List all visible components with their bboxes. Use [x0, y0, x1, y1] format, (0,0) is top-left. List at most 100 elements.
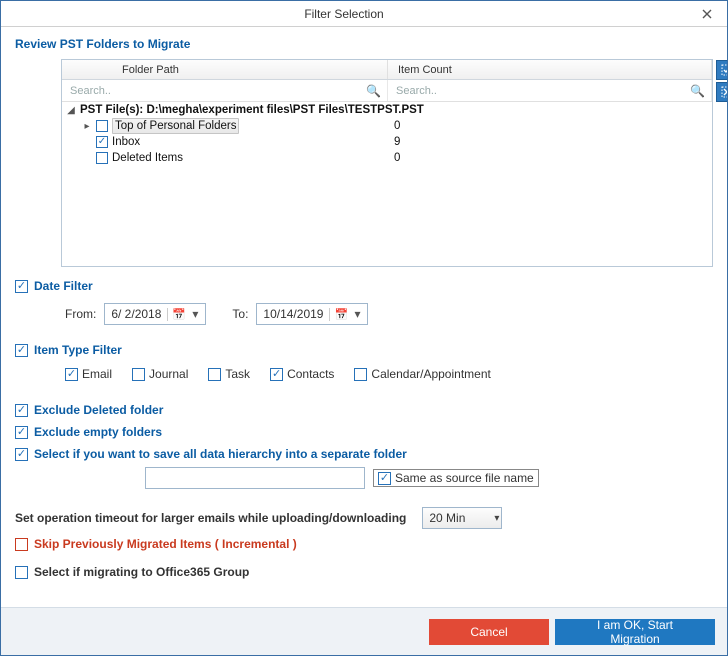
tree-root-label: PST File(s): D:\megha\experiment files\P…	[80, 104, 424, 116]
close-icon	[702, 9, 712, 19]
item-type-option[interactable]: Calendar/Appointment	[354, 367, 490, 381]
item-type-label: Item Type Filter	[34, 343, 122, 357]
item-type-checkbox[interactable]	[354, 368, 367, 381]
window-title: Filter Selection	[1, 7, 687, 21]
exclude-deleted-label: Exclude Deleted folder	[34, 403, 163, 417]
close-button[interactable]	[687, 1, 727, 26]
tree-root-row[interactable]: ◢ PST File(s): D:\megha\experiment files…	[62, 102, 712, 118]
chevron-down-icon[interactable]: ▾	[351, 307, 363, 321]
timeout-label: Set operation timeout for larger emails …	[15, 511, 406, 525]
item-type-option-label: Contacts	[287, 367, 334, 381]
expander-icon[interactable]: ◢	[66, 105, 76, 116]
to-date-input[interactable]: 10/14/2019 📅 ▾	[256, 303, 368, 325]
select-all-icon	[721, 64, 727, 76]
skip-migrated-row: Skip Previously Migrated Items ( Increme…	[15, 537, 713, 551]
separate-folder-checkbox[interactable]	[15, 448, 28, 461]
from-date-value: 6/ 2/2018	[111, 307, 161, 321]
date-filter-checkbox[interactable]	[15, 280, 28, 293]
item-type-checkbox[interactable]	[208, 368, 221, 381]
item-type-option-label: Task	[225, 367, 250, 381]
tree-body: ◢ PST File(s): D:\megha\experiment files…	[62, 102, 712, 166]
separate-folder-label: Select if you want to save all data hier…	[34, 447, 407, 461]
dialog-window: Filter Selection Review PST Folders to M…	[0, 0, 728, 656]
from-label: From:	[65, 307, 96, 321]
cancel-button[interactable]: Cancel	[429, 619, 549, 645]
item-type-option-label: Email	[82, 367, 112, 381]
titlebar: Filter Selection	[1, 1, 727, 27]
to-date-value: 10/14/2019	[263, 307, 323, 321]
chevron-down-icon[interactable]: ▾	[189, 307, 201, 321]
tree-row[interactable]: ▸ Top of Personal Folders 0	[62, 118, 712, 134]
header-folder-path[interactable]: Folder Path	[62, 60, 388, 79]
search-folder-input[interactable]	[68, 84, 381, 98]
exclude-deleted-row: Exclude Deleted folder	[15, 403, 713, 417]
tree-row[interactable]: Deleted Items 0	[62, 150, 712, 166]
o365-group-checkbox[interactable]	[15, 566, 28, 579]
skip-migrated-checkbox[interactable]	[15, 538, 28, 551]
tree-header-row: Folder Path Item Count	[62, 60, 712, 80]
chevron-down-icon: ▾	[494, 513, 499, 524]
tree-row[interactable]: Inbox 9	[62, 134, 712, 150]
exclude-empty-checkbox[interactable]	[15, 426, 28, 439]
timeout-row: Set operation timeout for larger emails …	[15, 507, 713, 529]
deselect-all-icon	[721, 86, 727, 98]
folder-label: Top of Personal Folders	[115, 120, 236, 132]
tree-search-row: 🔍 🔍	[62, 80, 712, 102]
content-area: Review PST Folders to Migrate Folder Pat…	[1, 27, 727, 607]
search-count-cell: 🔍	[388, 80, 712, 101]
o365-group-label: Select if migrating to Office365 Group	[34, 565, 249, 579]
to-label: To:	[232, 307, 248, 321]
item-count: 0	[388, 152, 712, 164]
search-icon[interactable]: 🔍	[366, 84, 381, 98]
item-type-options-row: Email Journal Task Contacts Calendar/Appoint…	[65, 367, 713, 381]
item-type-option[interactable]: Journal	[132, 367, 188, 381]
timeout-select[interactable]: 20 Min ▾	[422, 507, 502, 529]
item-count: 0	[388, 120, 712, 132]
same-as-source-checkbox[interactable]	[378, 472, 391, 485]
folder-label: Deleted Items	[112, 152, 183, 164]
item-type-option[interactable]: Task	[208, 367, 250, 381]
select-all-button[interactable]	[716, 60, 727, 80]
deselect-all-button[interactable]	[716, 82, 727, 102]
item-type-option-label: Calendar/Appointment	[371, 367, 490, 381]
search-folder-cell: 🔍	[62, 80, 388, 101]
separate-folder-input-row: Same as source file name	[145, 467, 713, 489]
from-date-input[interactable]: 6/ 2/2018 📅 ▾	[104, 303, 206, 325]
item-type-option[interactable]: Contacts	[270, 367, 334, 381]
item-type-checkbox[interactable]	[132, 368, 145, 381]
item-type-checkbox[interactable]	[65, 368, 78, 381]
search-count-input[interactable]	[394, 84, 705, 98]
timeout-value: 20 Min	[429, 511, 465, 525]
folder-checkbox[interactable]	[96, 152, 108, 164]
search-icon[interactable]: 🔍	[690, 84, 705, 98]
start-migration-button[interactable]: I am OK, Start Migration	[555, 619, 715, 645]
item-type-option[interactable]: Email	[65, 367, 112, 381]
tree-side-buttons	[716, 60, 727, 102]
item-type-option-label: Journal	[149, 367, 188, 381]
folder-label: Inbox	[112, 136, 140, 148]
item-count: 9	[388, 136, 712, 148]
item-type-row: Item Type Filter	[15, 343, 713, 357]
header-item-count[interactable]: Item Count	[388, 60, 712, 79]
item-type-checkbox[interactable]	[270, 368, 283, 381]
folder-checkbox[interactable]	[96, 136, 108, 148]
exclude-deleted-checkbox[interactable]	[15, 404, 28, 417]
item-type-checkbox[interactable]	[15, 344, 28, 357]
button-bar: Cancel I am OK, Start Migration	[1, 607, 727, 655]
separate-folder-name-input[interactable]	[145, 467, 365, 489]
exclude-empty-row: Exclude empty folders	[15, 425, 713, 439]
calendar-icon[interactable]: 📅	[329, 308, 345, 321]
folder-checkbox[interactable]	[96, 120, 108, 132]
folder-tree-panel: Folder Path Item Count 🔍 🔍 ◢ PST File(	[61, 59, 713, 267]
date-filter-label: Date Filter	[34, 279, 93, 293]
calendar-icon[interactable]: 📅	[167, 308, 183, 321]
o365-group-row: Select if migrating to Office365 Group	[15, 565, 713, 579]
date-range-row: From: 6/ 2/2018 📅 ▾ To: 10/14/2019 📅 ▾	[65, 303, 713, 325]
review-label: Review PST Folders to Migrate	[15, 37, 713, 51]
same-as-source-label: Same as source file name	[395, 471, 534, 485]
expander-icon[interactable]: ▸	[82, 121, 92, 132]
skip-migrated-label: Skip Previously Migrated Items ( Increme…	[34, 537, 297, 551]
same-as-source-checkbox-wrap[interactable]: Same as source file name	[373, 469, 539, 487]
separate-folder-row: Select if you want to save all data hier…	[15, 447, 713, 461]
date-filter-row: Date Filter	[15, 279, 713, 293]
